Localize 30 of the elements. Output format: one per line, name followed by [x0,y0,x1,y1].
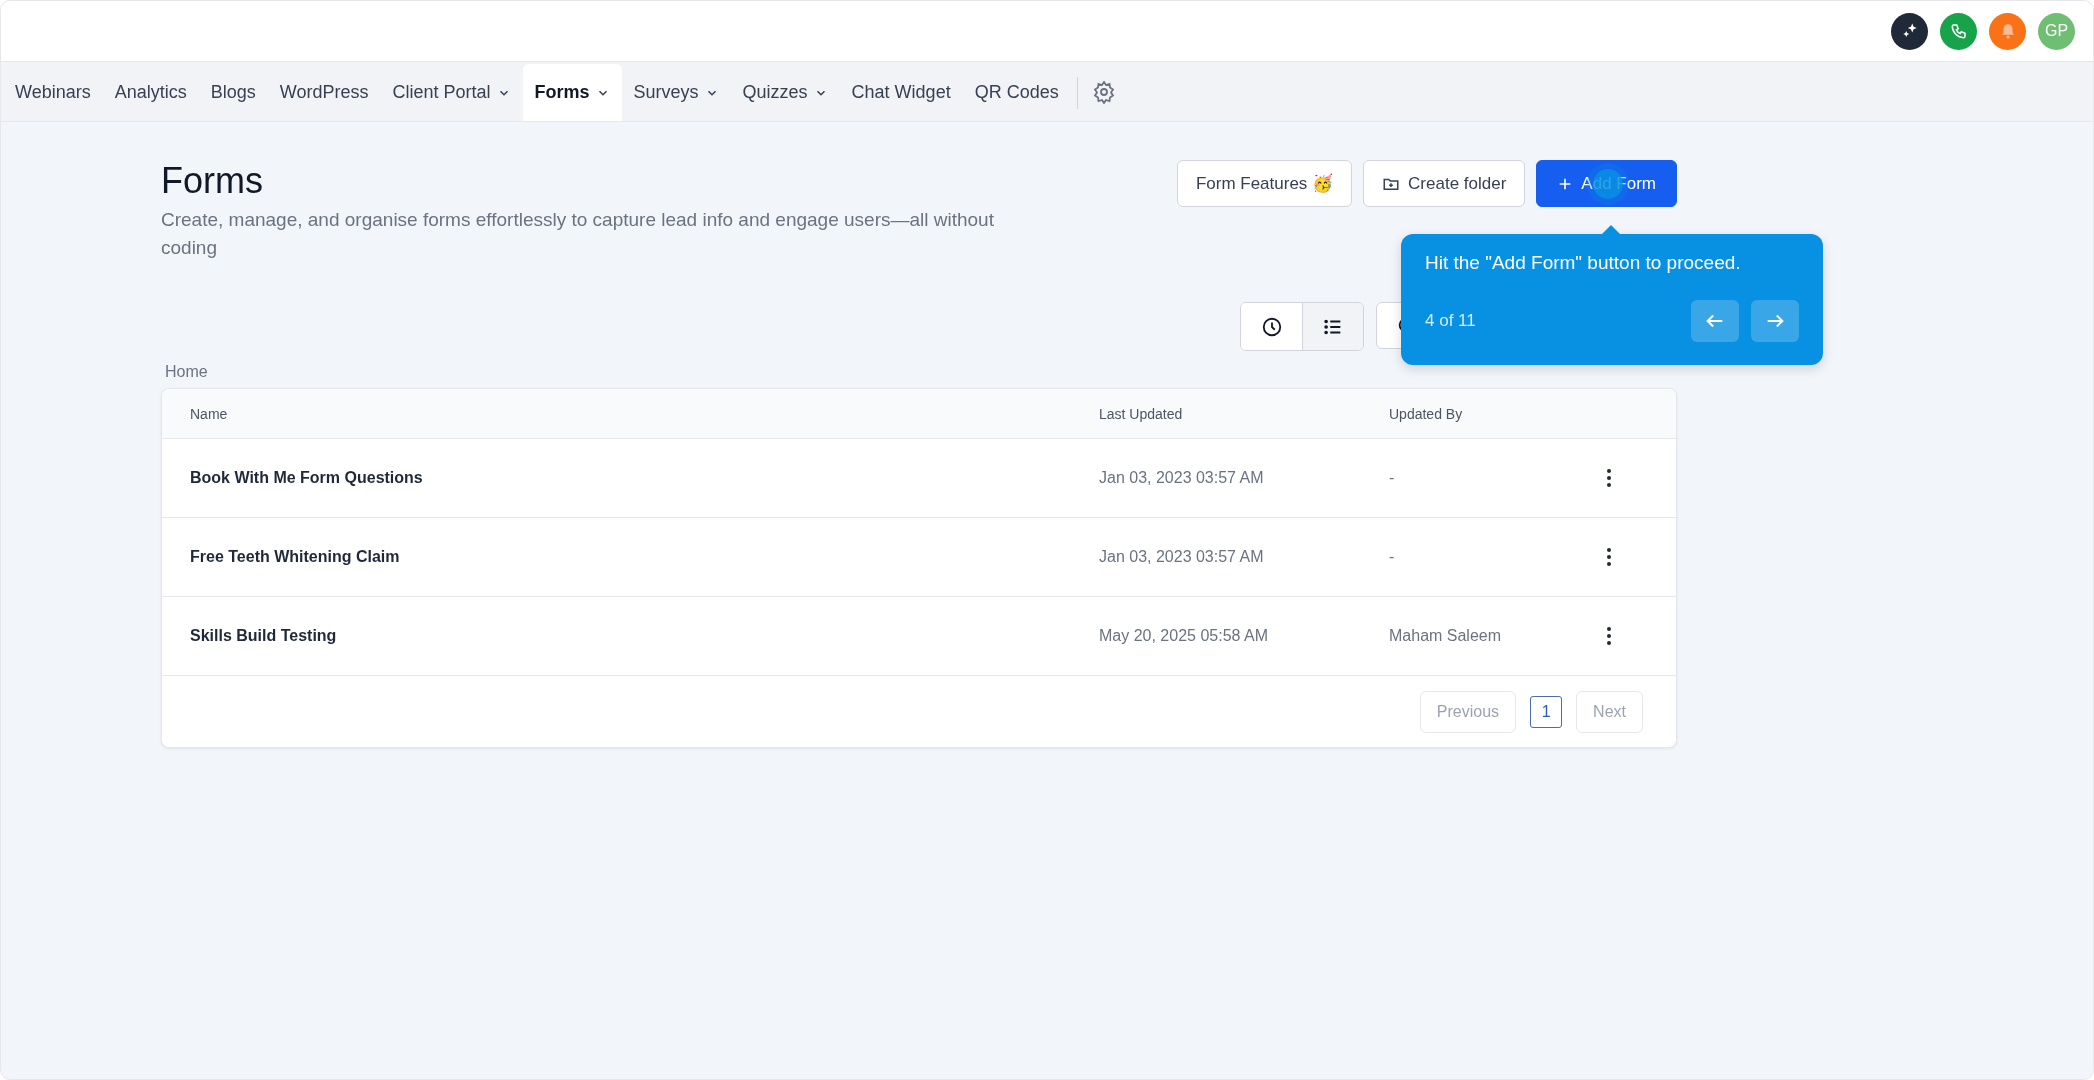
page-title: Forms [161,160,264,202]
nav-tab[interactable]: WordPress [267,64,381,121]
column-header: Name [190,405,229,422]
form-name[interactable]: Book With Me Form Questions [190,469,1099,487]
page-description: Create, manage, and organise forms effortlessly to capture lead info and engage users—all without coding [161,208,995,260]
nav-tab[interactable]: Forms [522,64,622,121]
table-cell-text: Jan 03, 2023 03:57 AM [1099,469,1265,487]
nav-tab[interactable]: Blogs [198,64,268,121]
form-name[interactable]: Skills Build Testing [190,627,1099,645]
breadcrumb[interactable]: Home [165,363,208,381]
nav-tab[interactable]: Client Portal [380,64,523,121]
create-folder-button[interactable]: Create folder [1363,160,1526,207]
table-cell-text: Jan 03, 2023 03:57 AM [1099,548,1265,566]
table-cell-text: - [1389,469,1396,487]
table-cell-text: May 20, 2025 05:58 AM [1099,627,1269,645]
column-header: Last Updated [1099,405,1184,422]
nav-tab[interactable]: Surveys [621,64,731,121]
table-cell-text: - [1389,548,1396,566]
nav-tab[interactable]: Chat Widget [839,64,963,121]
form-features-button[interactable]: Form Features 🥳 [1176,160,1353,207]
column-header: Updated By [1389,405,1464,422]
page-number[interactable]: 1 [1530,695,1563,728]
nav-tab[interactable]: Analytics [102,64,199,121]
nav-tab[interactable]: QR Codes [962,64,1071,121]
table-cell-text: Maham Saleem [1389,627,1503,645]
tour-step-counter: 4 of 11 [1425,311,1476,331]
nav-tab[interactable]: Quizzes [730,64,840,121]
form-name[interactable]: Free Teeth Whitening Claim [190,548,1099,566]
nav-tab[interactable]: Webinars [3,64,103,121]
tour-message: Hit the "Add Form" button to proceed. [1425,252,1742,274]
